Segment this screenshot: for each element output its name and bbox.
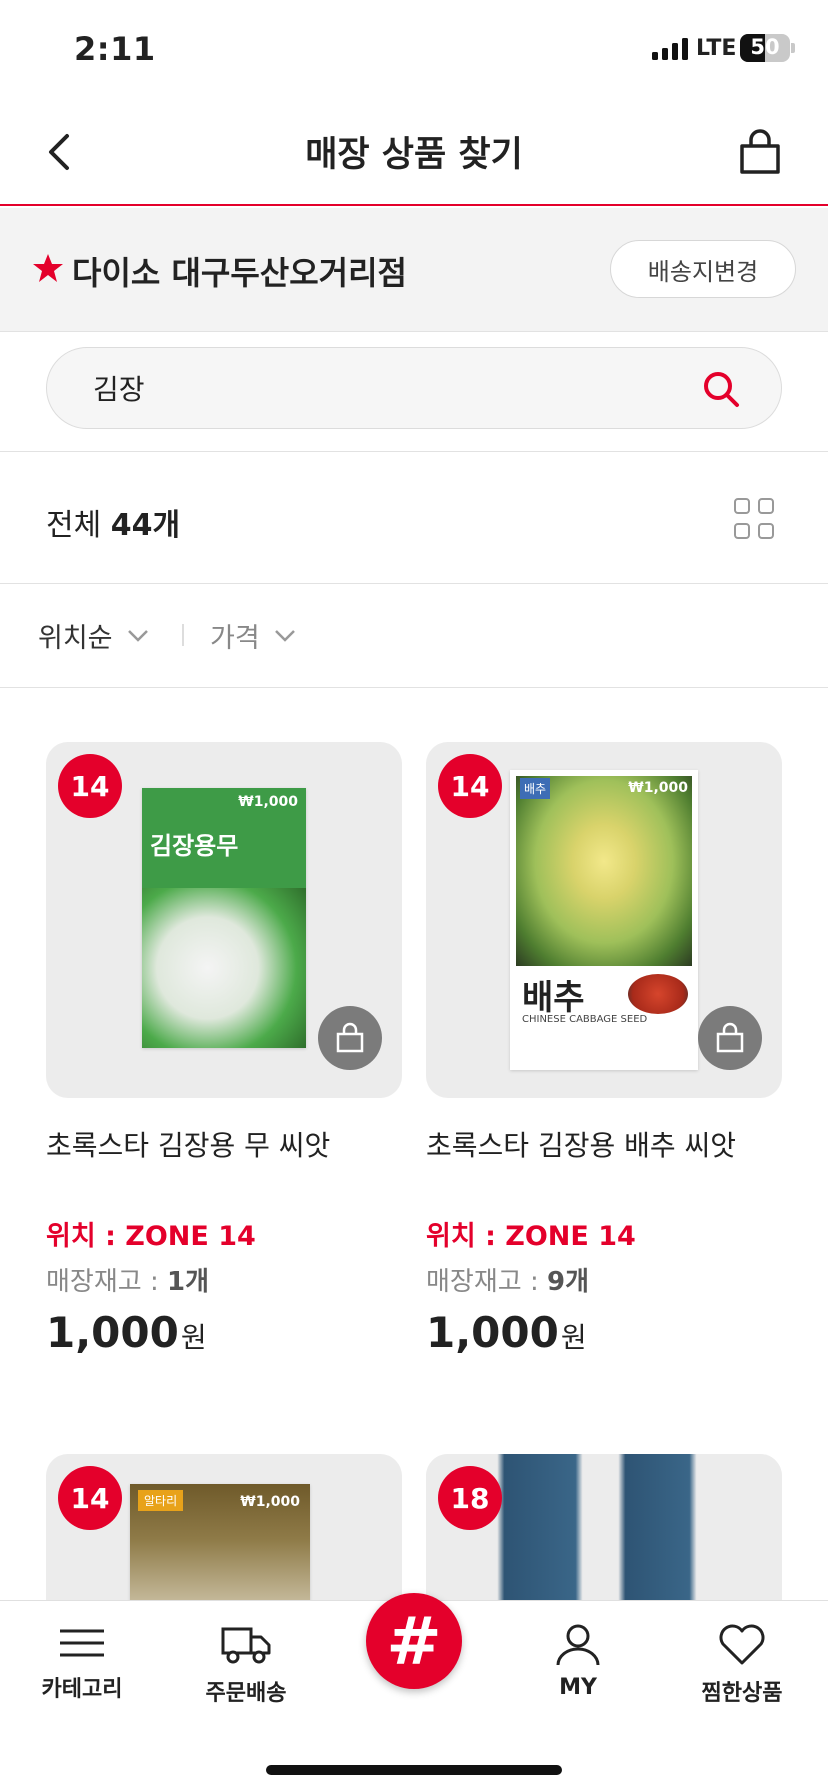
search-section (0, 332, 828, 452)
delivery-truck-icon (221, 1627, 271, 1664)
cabbage-seed-package: 배추 ₩1,000 배추 CHINESE CABBAGE SEED (510, 770, 698, 1070)
nav-my[interactable]: MY (496, 1623, 660, 1700)
product-name[interactable]: 초록스타 김장용 무 씨앗 (46, 1124, 402, 1214)
battery-level: 50 (750, 35, 780, 59)
radish-seed-package: ₩1,000 김장용무 (142, 788, 306, 1048)
home-indicator[interactable] (266, 1765, 562, 1775)
package-tag: 알타리 (138, 1490, 184, 1511)
zone-badge: 14 (58, 754, 122, 818)
package-price: ₩1,000 (240, 1494, 300, 1510)
product-name[interactable]: 초록스타 김장용 배추 씨앗 (426, 1124, 782, 1214)
grid-view-icon[interactable] (734, 498, 776, 540)
user-icon (556, 1624, 600, 1666)
add-to-cart-button[interactable] (698, 1006, 762, 1070)
package-price: ₩1,000 (238, 794, 298, 810)
page-title: 매장 상품 찾기 (305, 135, 523, 175)
nav-my-label: MY (559, 1675, 597, 1700)
package-title: 김장용무 (150, 832, 239, 860)
search-bar (46, 347, 782, 429)
product-stock: 매장재고 : 1개 (46, 1267, 209, 1297)
package-title: 배추 (522, 978, 585, 1018)
store-name: 다이소 대구두산오거리점 (72, 254, 407, 292)
chevron-down-icon (127, 629, 148, 642)
package-subtitle: CHINESE CABBAGE SEED (522, 1014, 648, 1025)
status-time: 2:11 (74, 30, 156, 68)
sort-price-dropdown[interactable]: 가격 (210, 616, 296, 655)
sort-row: 위치순 가격 (0, 584, 828, 688)
product-stock: 매장재고 : 9개 (426, 1267, 589, 1297)
zone-badge: 14 (58, 1466, 122, 1530)
product-location: 위치 : ZONE 14 (46, 1221, 256, 1252)
change-address-button[interactable]: 배송지변경 (610, 240, 796, 298)
battery-icon: 50 (740, 34, 790, 62)
shopping-bag-icon (716, 1022, 744, 1053)
search-icon (704, 372, 739, 407)
nav-category[interactable]: 카테고리 (0, 1623, 164, 1703)
sort-divider (182, 624, 184, 646)
status-bar: 2:11 LTE 50 (0, 0, 828, 100)
zone-badge: 14 (438, 754, 502, 818)
bottom-navigation: 카테고리 주문배송 # MY 찜한상품 (0, 1593, 828, 1792)
nav-wishlist-label: 찜한상품 (701, 1681, 783, 1706)
product-price: 1,000원 (46, 1308, 207, 1357)
shopping-bag-button[interactable] (730, 120, 790, 184)
search-button[interactable] (697, 365, 745, 413)
menu-icon (60, 1629, 104, 1657)
product-card[interactable]: 14 ₩1,000 김장용무 초록스타 김장용 무 씨앗 위치 : ZONE 1… (46, 742, 402, 1357)
store-bar: 다이소 대구두산오거리점 배송지변경 (0, 208, 828, 332)
network-label: LTE (696, 36, 737, 61)
hashtag-button[interactable]: # (366, 1593, 462, 1689)
nav-order-delivery[interactable]: 주문배송 (164, 1623, 328, 1707)
zone-badge: 18 (438, 1466, 502, 1530)
chevron-down-icon (274, 629, 295, 642)
sort-price-label: 가격 (210, 623, 260, 654)
product-price: 1,000원 (426, 1308, 587, 1357)
product-card[interactable]: 14 배추 ₩1,000 배추 CHINESE CABBAGE SEED 초록스… (426, 742, 782, 1357)
nav-wishlist[interactable]: 찜한상품 (660, 1623, 824, 1707)
result-count-label: 전체 (46, 508, 102, 543)
shopping-bag-icon (740, 129, 780, 174)
sort-location-label: 위치순 (38, 623, 113, 654)
star-icon[interactable] (32, 252, 64, 284)
battery-tip (791, 43, 795, 53)
result-count-value: 44개 (110, 508, 181, 543)
package-price: ₩1,000 (628, 780, 688, 796)
add-to-cart-button[interactable] (318, 1006, 382, 1070)
nav-order-label: 주문배송 (205, 1681, 287, 1706)
result-count-row: 전체 44개 (0, 452, 828, 584)
product-location: 위치 : ZONE 14 (426, 1221, 636, 1252)
shopping-bag-icon (336, 1022, 364, 1053)
store-product-search-screen: 2:11 LTE 50 매장 상품 찾기 다이소 대구두산오거리점 배송지변경 (0, 0, 828, 1792)
search-input[interactable] (93, 348, 653, 428)
nav-category-label: 카테고리 (41, 1677, 123, 1702)
product-image[interactable]: 14 배추 ₩1,000 배추 CHINESE CABBAGE SEED (426, 742, 782, 1098)
result-count: 전체 44개 (46, 500, 180, 544)
package-tag: 배추 (520, 778, 551, 799)
heart-icon (719, 1624, 765, 1665)
app-header: 매장 상품 찾기 (0, 100, 828, 206)
product-image[interactable]: 14 ₩1,000 김장용무 (46, 742, 402, 1098)
signal-icon (652, 36, 688, 60)
sort-location-dropdown[interactable]: 위치순 (38, 616, 149, 655)
